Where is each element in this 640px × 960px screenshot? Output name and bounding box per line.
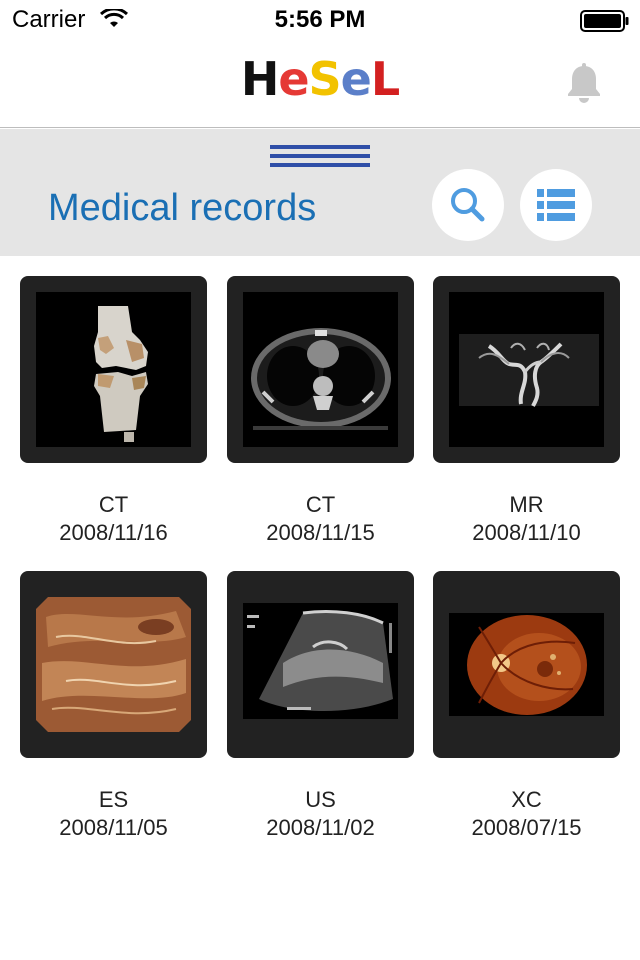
drawer-handle-icon[interactable] [270, 143, 370, 169]
record-tile[interactable]: XC 2008/07/15 [433, 571, 620, 840]
record-modality: CT [98, 492, 129, 517]
record-date: 2008/11/10 [472, 520, 581, 545]
record-tile[interactable]: MR 2008/11/10 [433, 276, 620, 545]
record-caption: XC 2008/07/15 [433, 786, 620, 842]
record-caption: CT 2008/11/15 [227, 491, 414, 547]
thumbnail-frame [433, 276, 620, 463]
thumbnail-frame [20, 571, 207, 758]
thumbnail-frame [227, 276, 414, 463]
logo-letter: e [340, 52, 372, 106]
record-caption: CT 2008/11/16 [20, 491, 207, 547]
list-view-icon [537, 189, 575, 221]
record-tile[interactable]: US 2008/11/02 [227, 571, 414, 840]
record-modality: MR [509, 492, 544, 517]
clock: 5:56 PM [274, 6, 366, 33]
notification-bell-icon[interactable] [564, 62, 604, 106]
record-date: 2008/11/05 [59, 815, 168, 840]
thumbnail-frame [227, 571, 414, 758]
app-logo: HeSeL [0, 52, 640, 106]
record-tile[interactable]: ES 2008/11/05 [20, 571, 207, 840]
logo-letter: H [240, 52, 279, 106]
record-modality: XC [511, 787, 542, 812]
page-title: Medical records [48, 187, 317, 229]
record-date: 2008/11/02 [266, 815, 375, 840]
retina-fundus-image [449, 613, 604, 716]
search-button[interactable] [432, 169, 504, 241]
record-caption: MR 2008/11/10 [433, 491, 620, 547]
battery-icon [580, 10, 629, 32]
record-date: 2008/11/16 [59, 520, 168, 545]
records-header: Medical records [0, 129, 640, 256]
chest-ct-image [243, 292, 398, 447]
record-tile[interactable]: CT 2008/11/16 [20, 276, 207, 545]
thumbnail-frame [20, 276, 207, 463]
search-icon [451, 188, 485, 222]
thumbnail-frame [433, 571, 620, 758]
status-bar: Carrier 5:56 PM [0, 0, 640, 40]
record-caption: ES 2008/11/05 [20, 786, 207, 842]
knee-3d-ct-image [36, 292, 191, 447]
record-date: 2008/11/15 [266, 520, 375, 545]
record-caption: US 2008/11/02 [227, 786, 414, 842]
record-modality: CT [305, 492, 336, 517]
record-modality: US [305, 787, 336, 812]
logo-letter: L [370, 52, 400, 106]
logo-letter: S [308, 52, 342, 106]
list-view-button[interactable] [520, 169, 592, 241]
navigation-bar: HeSeL [0, 40, 640, 128]
record-tile[interactable]: CT 2008/11/15 [227, 276, 414, 545]
ultrasound-image [243, 603, 398, 719]
endoscopy-image [36, 597, 191, 732]
brain-angiography-mr-image [449, 292, 604, 447]
record-date: 2008/07/15 [471, 815, 582, 840]
logo-letter: e [278, 52, 309, 106]
record-modality: ES [98, 787, 129, 812]
